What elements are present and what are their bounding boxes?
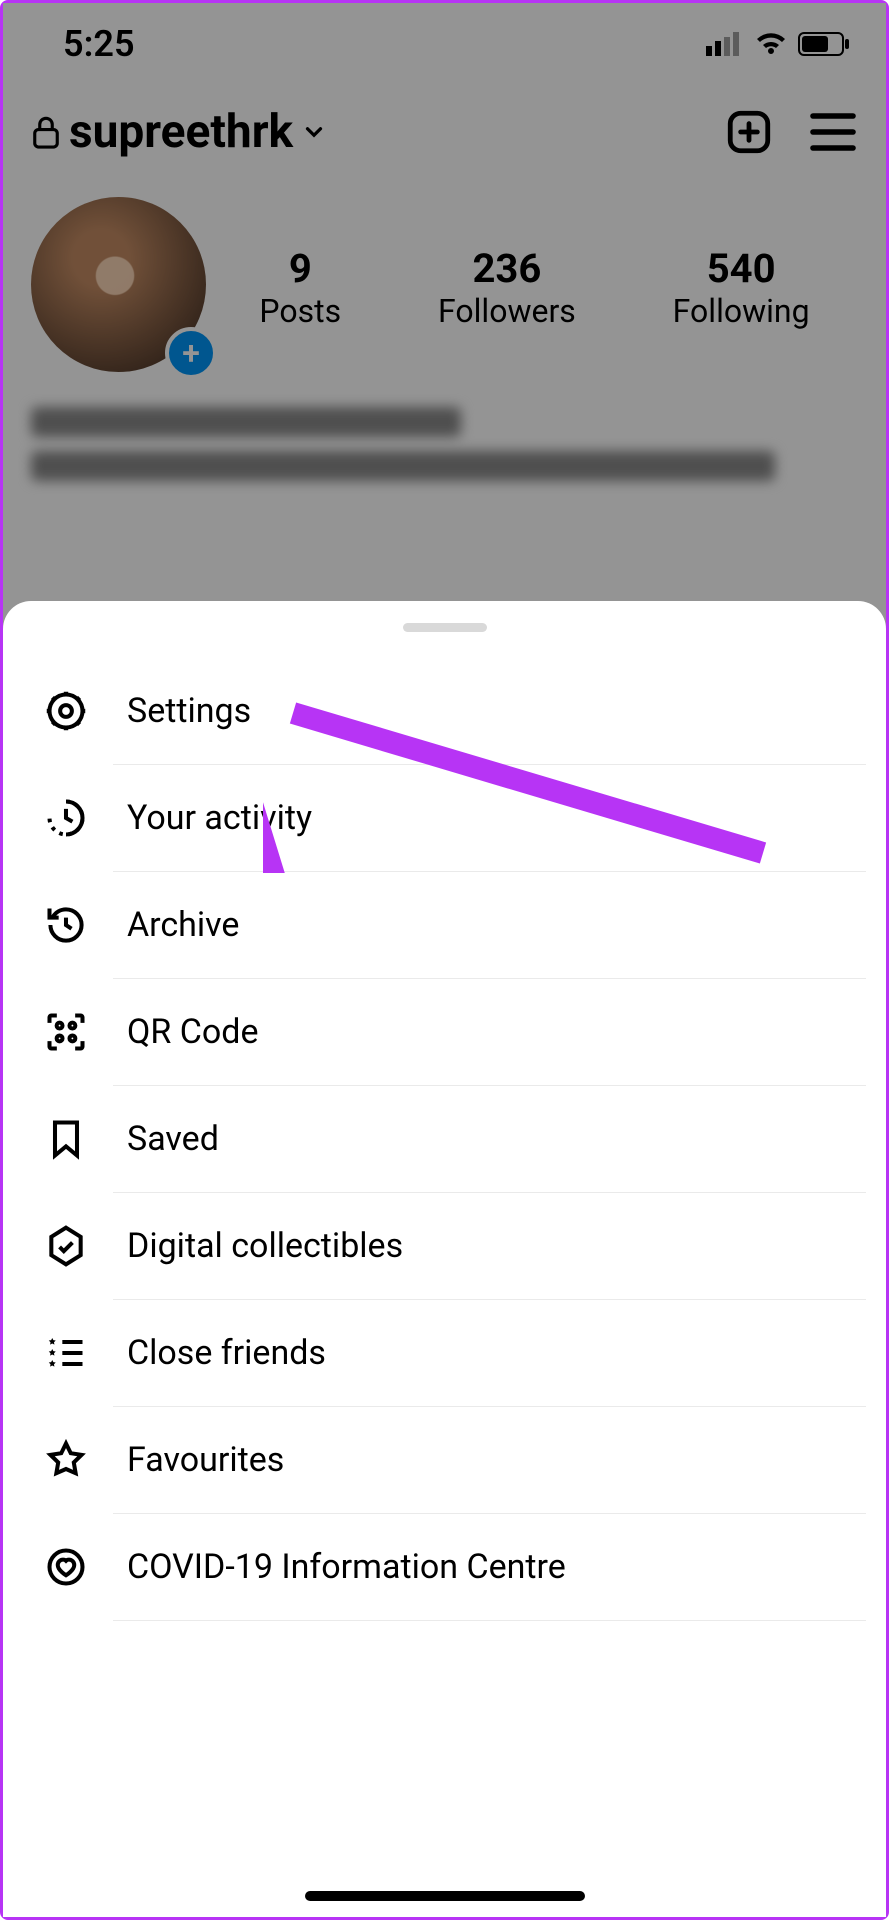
archive-icon — [41, 900, 91, 950]
menu-label-settings: Settings — [127, 691, 251, 731]
menu-item-your-activity[interactable]: Your activity — [3, 765, 886, 871]
menu-label-covid-info: COVID-19 Information Centre — [127, 1547, 566, 1587]
menu-label-qr-code: QR Code — [127, 1012, 259, 1052]
menu-label-archive: Archive — [127, 905, 239, 945]
menu-item-saved[interactable]: Saved — [3, 1086, 886, 1192]
menu-label-your-activity: Your activity — [127, 798, 312, 838]
menu-item-close-friends[interactable]: Close friends — [3, 1300, 886, 1406]
sheet-grabber[interactable] — [403, 623, 487, 632]
menu-item-covid-info[interactable]: COVID-19 Information Centre — [3, 1514, 886, 1620]
qr-icon — [41, 1007, 91, 1057]
activity-icon — [41, 793, 91, 843]
star-list-icon — [41, 1328, 91, 1378]
menu-item-digital-collectibles[interactable]: Digital collectibles — [3, 1193, 886, 1299]
profile-menu-sheet: Settings Your activity Archive QR Code — [3, 601, 886, 1917]
menu-item-favourites[interactable]: Favourites — [3, 1407, 886, 1513]
hex-check-icon — [41, 1221, 91, 1271]
menu-item-qr-code[interactable]: QR Code — [3, 979, 886, 1085]
menu-label-saved: Saved — [127, 1119, 219, 1159]
star-icon — [41, 1435, 91, 1485]
home-indicator — [305, 1891, 585, 1901]
menu-label-close-friends: Close friends — [127, 1333, 326, 1373]
heart-badge-icon — [41, 1542, 91, 1592]
menu-item-archive[interactable]: Archive — [3, 872, 886, 978]
bookmark-icon — [41, 1114, 91, 1164]
menu-item-settings[interactable]: Settings — [3, 658, 886, 764]
menu-list: Settings Your activity Archive QR Code — [3, 658, 886, 1621]
menu-label-favourites: Favourites — [127, 1440, 284, 1480]
gear-icon — [41, 686, 91, 736]
menu-label-digital-collectibles: Digital collectibles — [127, 1226, 403, 1266]
